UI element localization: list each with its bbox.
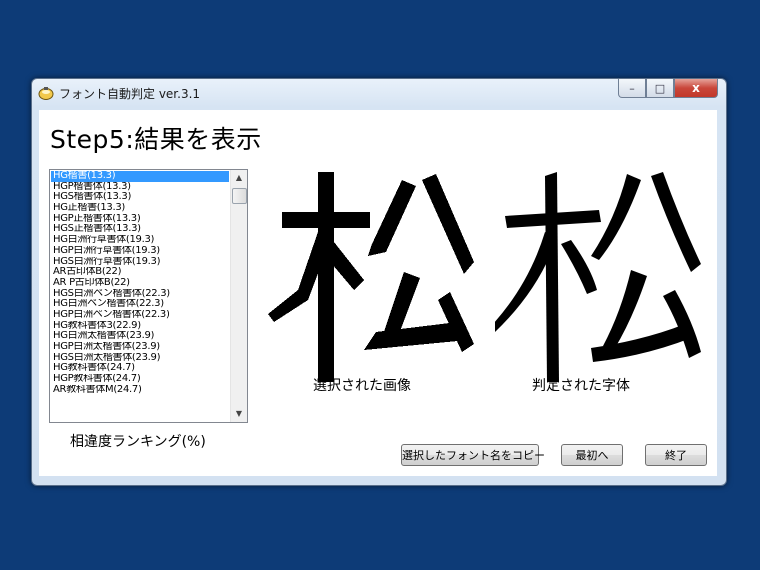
scroll-up-arrow-icon[interactable]: ▲: [231, 170, 247, 186]
list-scrollbar[interactable]: ▲ ▼: [230, 170, 247, 422]
selected-image: [268, 172, 474, 382]
list-item[interactable]: HGS白洲ペン楷書体(22.3): [51, 289, 229, 300]
list-item[interactable]: HGS正楷書体(13.3): [51, 224, 229, 235]
list-item[interactable]: HG教科書体3(22.9): [51, 321, 229, 332]
judged-font-caption: 判定された字体: [532, 378, 630, 394]
list-item[interactable]: HGP教科書体(24.7): [51, 374, 229, 385]
close-button[interactable]: x: [674, 79, 718, 98]
list-item[interactable]: HGS白洲行草書体(19.3): [51, 257, 229, 268]
back-to-start-button[interactable]: 最初へ: [561, 444, 623, 466]
scroll-down-arrow-icon[interactable]: ▼: [231, 406, 247, 422]
window-controls: – □ x: [618, 79, 718, 99]
list-item[interactable]: HG白洲ペン楷書体(22.3): [51, 299, 229, 310]
list-item[interactable]: HG白洲行草書体(19.3): [51, 235, 229, 246]
list-item[interactable]: AR P古印体B(22): [51, 278, 229, 289]
judged-font-glyph: [495, 172, 701, 382]
list-item[interactable]: AR古印体B(22): [51, 267, 229, 278]
list-item[interactable]: HG白洲太楷書体(23.9): [51, 331, 229, 342]
list-item[interactable]: HGS楷書体(13.3): [51, 192, 229, 203]
step-title: Step5:結果を表示: [50, 125, 262, 154]
list-item[interactable]: HG正楷書(13.3): [51, 203, 229, 214]
app-window: フォント自動判定 ver.3.1 – □ x Step5:結果を表示 HG楷書(…: [31, 78, 727, 486]
list-item[interactable]: AR教科書体M(24.7): [51, 385, 229, 396]
font-ranking-items: HG楷書(13.3) HGP楷書体(13.3) HGS楷書体(13.3) HG正楷書(…: [51, 171, 229, 395]
client-area: Step5:結果を表示 HG楷書(13.3) HGP楷書体(13.3) HGS楷書体…: [39, 110, 717, 476]
exit-button[interactable]: 終了: [645, 444, 707, 466]
maximize-button[interactable]: □: [646, 79, 674, 98]
list-item[interactable]: HGP正楷書体(13.3): [51, 214, 229, 225]
list-item[interactable]: HG楷書(13.3): [51, 171, 229, 182]
minimize-button[interactable]: –: [618, 79, 646, 98]
scroll-thumb[interactable]: [232, 188, 247, 204]
list-item[interactable]: HGS白洲太楷書体(23.9): [51, 353, 229, 364]
list-item[interactable]: HGP白洲太楷書体(23.9): [51, 342, 229, 353]
selected-image-caption: 選択された画像: [313, 378, 411, 394]
title-bar[interactable]: フォント自動判定 ver.3.1 – □ x: [32, 79, 726, 105]
app-icon: [38, 85, 54, 100]
list-item[interactable]: HG教科書体(24.7): [51, 363, 229, 374]
list-item[interactable]: HGP楷書体(13.3): [51, 182, 229, 193]
list-item[interactable]: HGP白洲行草書体(19.3): [51, 246, 229, 257]
ranking-label: 相違度ランキング(%): [70, 434, 206, 450]
copy-font-name-button[interactable]: 選択したフォント名をコピー: [401, 444, 545, 466]
list-item[interactable]: HGP白洲ペン楷書体(22.3): [51, 310, 229, 321]
font-ranking-list[interactable]: HG楷書(13.3) HGP楷書体(13.3) HGS楷書体(13.3) HG正楷書(…: [49, 169, 248, 423]
window-title: フォント自動判定 ver.3.1: [59, 87, 201, 101]
